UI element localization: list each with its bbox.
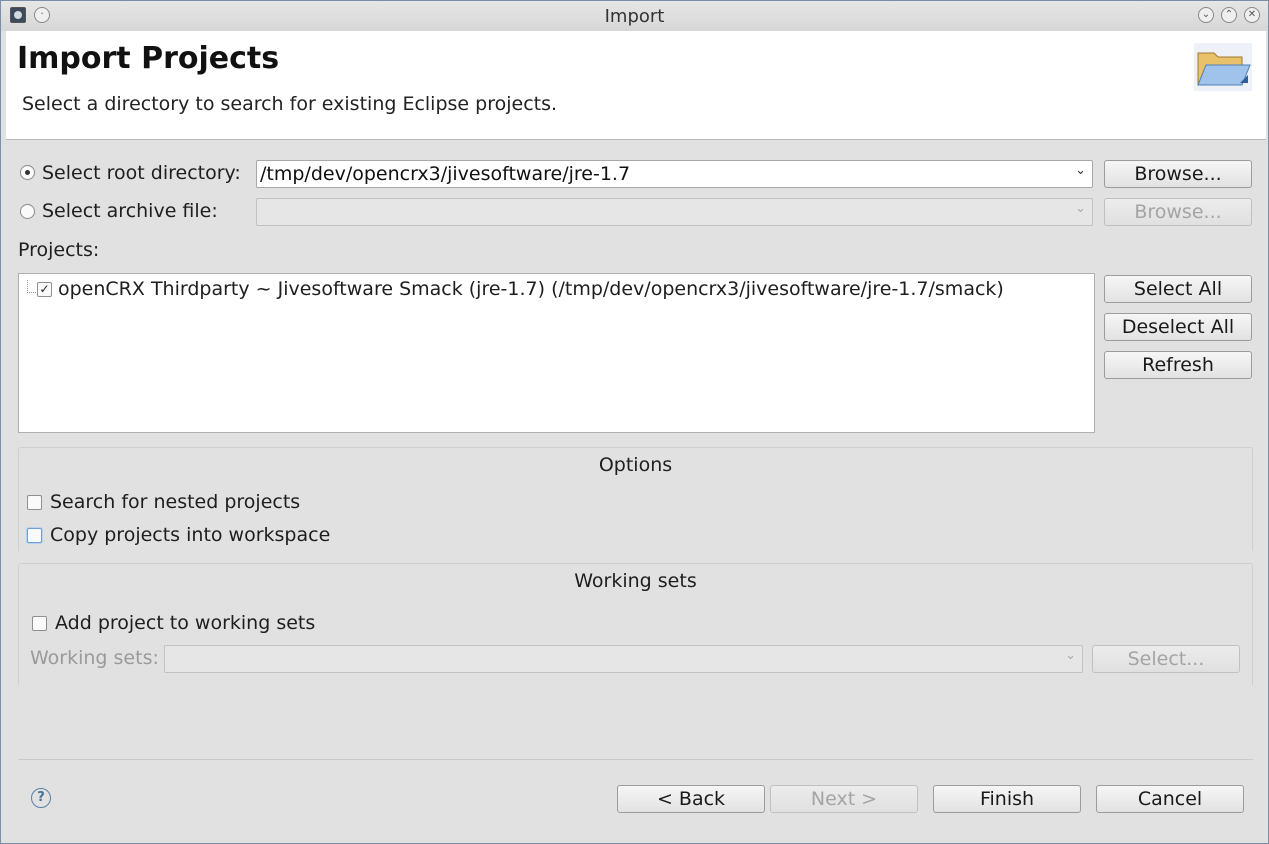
projects-label: Projects: bbox=[18, 239, 100, 261]
projects-list[interactable]: ✓ openCRX Thirdparty ~ Jivesoftware Smac… bbox=[18, 273, 1095, 433]
copy-projects-checkbox[interactable] bbox=[27, 528, 42, 543]
archive-file-radio[interactable] bbox=[20, 204, 35, 219]
archive-file-combo[interactable]: ⌄ bbox=[256, 198, 1093, 226]
window-title: Import bbox=[604, 6, 665, 27]
search-nested-checkbox[interactable] bbox=[27, 495, 42, 510]
chevron-down-icon[interactable]: ⌄ bbox=[1075, 201, 1086, 216]
maximize-icon[interactable]: ⌃ bbox=[1221, 7, 1237, 23]
next-button[interactable]: Next > bbox=[770, 785, 918, 813]
add-working-sets-checkbox[interactable] bbox=[32, 616, 47, 631]
cancel-button[interactable]: Cancel bbox=[1096, 785, 1244, 813]
chevron-down-icon[interactable]: ⌄ bbox=[1075, 163, 1086, 178]
root-directory-radio[interactable] bbox=[20, 165, 35, 180]
project-item-label[interactable]: openCRX Thirdparty ~ Jivesoftware Smack … bbox=[58, 278, 1004, 300]
select-working-sets-button[interactable]: Select... bbox=[1092, 645, 1240, 673]
options-title: Options bbox=[598, 454, 673, 476]
page-title: Import Projects bbox=[17, 41, 280, 76]
deselect-all-button[interactable]: Deselect All bbox=[1104, 313, 1252, 341]
working-sets-title: Working sets bbox=[574, 570, 697, 592]
back-button[interactable]: < Back bbox=[617, 785, 765, 813]
chevron-down-icon[interactable]: ⌄ bbox=[1065, 648, 1076, 663]
browse-archive-button[interactable]: Browse... bbox=[1104, 198, 1252, 226]
finish-button[interactable]: Finish bbox=[933, 785, 1081, 813]
project-checkbox[interactable]: ✓ bbox=[37, 282, 52, 297]
root-directory-value: /tmp/dev/opencrx3/jivesoftware/jre-1.7 bbox=[260, 163, 631, 185]
import-dialog: · Import ⌄ ⌃ ✕ Import Projects Select a … bbox=[0, 0, 1269, 844]
footer-separator bbox=[18, 759, 1253, 760]
title-bar: · Import ⌄ ⌃ ✕ bbox=[1, 1, 1268, 31]
page-description: Select a directory to search for existin… bbox=[22, 93, 558, 115]
archive-file-label[interactable]: Select archive file: bbox=[42, 200, 218, 222]
close-icon[interactable]: ✕ bbox=[1244, 7, 1260, 23]
add-working-sets-label[interactable]: Add project to working sets bbox=[55, 612, 315, 634]
root-directory-label[interactable]: Select root directory: bbox=[42, 162, 241, 184]
tree-connector bbox=[27, 280, 36, 293]
refresh-button[interactable]: Refresh bbox=[1104, 351, 1252, 379]
wizard-header: Import Projects Select a directory to se… bbox=[6, 31, 1266, 140]
select-all-button[interactable]: Select All bbox=[1104, 275, 1252, 303]
help-icon[interactable]: ? bbox=[31, 788, 51, 808]
search-nested-label[interactable]: Search for nested projects bbox=[50, 491, 300, 513]
copy-projects-label[interactable]: Copy projects into workspace bbox=[50, 524, 330, 546]
open-folder-icon bbox=[1194, 43, 1252, 91]
root-directory-combo[interactable]: /tmp/dev/opencrx3/jivesoftware/jre-1.7 ⌄ bbox=[256, 160, 1093, 188]
browse-directory-button[interactable]: Browse... bbox=[1104, 160, 1252, 188]
minimize-icon[interactable]: ⌄ bbox=[1198, 7, 1214, 23]
working-sets-combo[interactable]: ⌄ bbox=[164, 645, 1083, 673]
working-sets-label: Working sets: bbox=[30, 647, 159, 669]
